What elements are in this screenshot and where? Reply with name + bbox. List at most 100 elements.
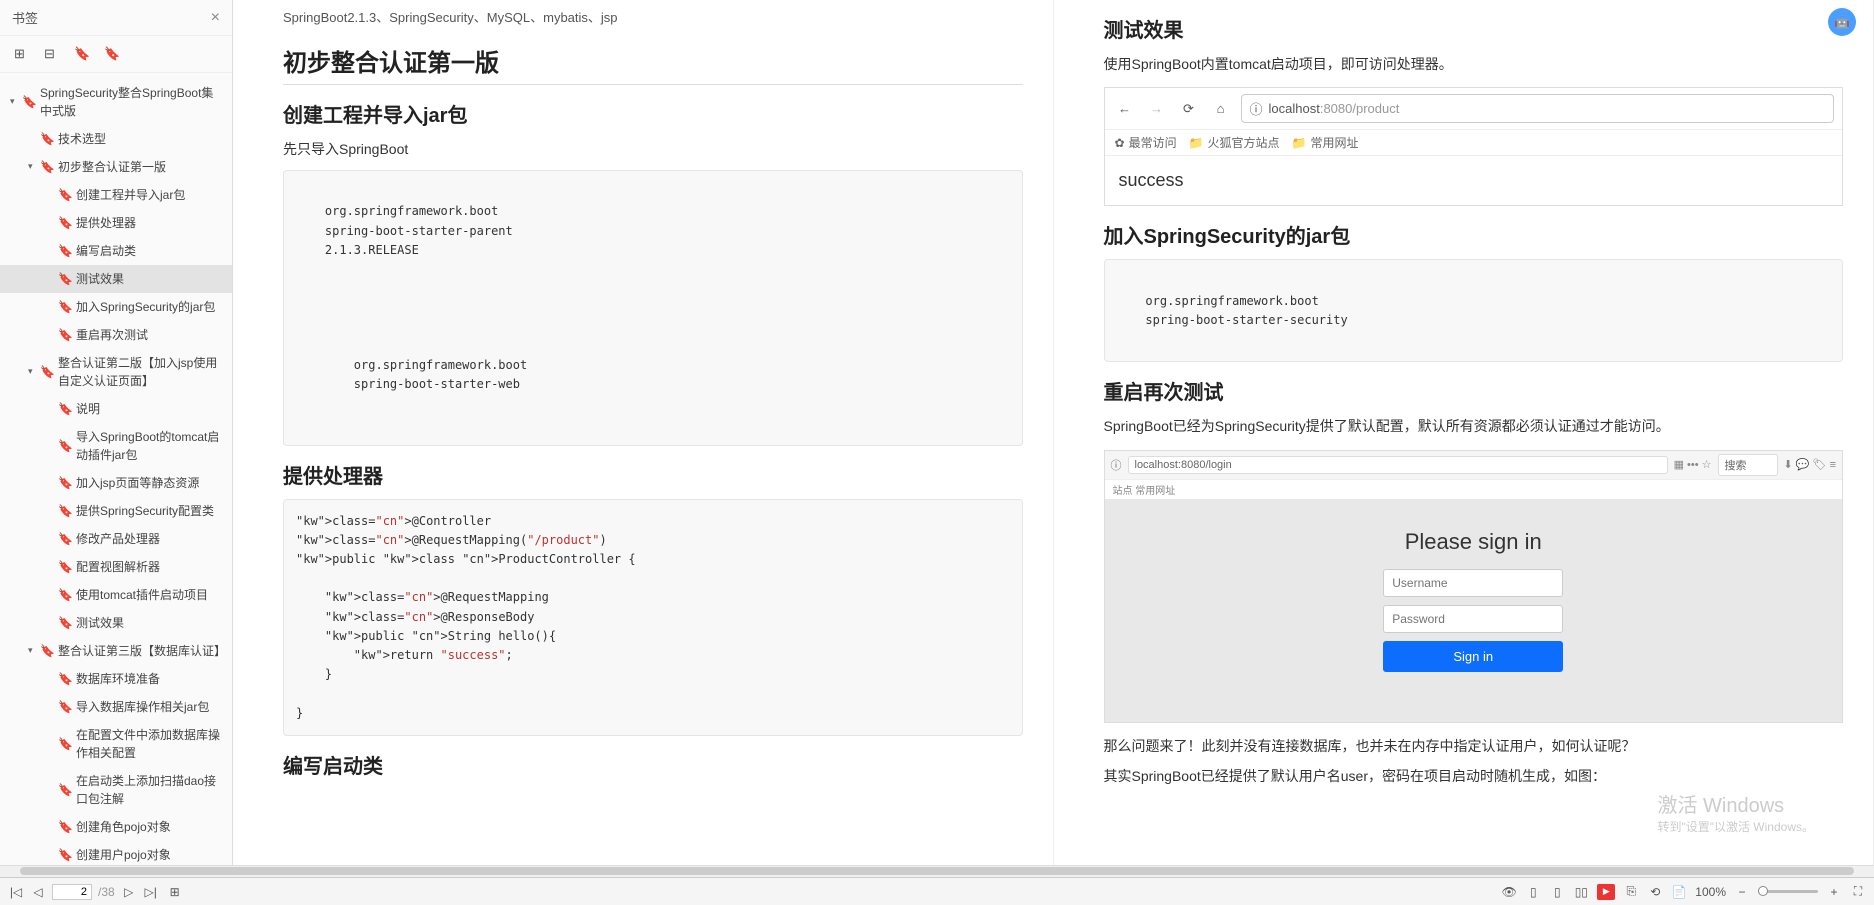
tree-item[interactable]: 🔖使用tomcat插件启动项目 [0,581,232,609]
url-bar: ⓘ localhost:8080/product [1241,94,1835,123]
search-box: 搜索 [1718,454,1778,476]
heading-retest: 重启再次测试 [1104,376,1844,405]
heading-controller: 提供处理器 [283,460,1023,489]
fav-firefox: 📁 火狐官方站点 [1189,134,1280,151]
layout-icon[interactable]: ⊞ [167,884,183,900]
sidebar-header: 书签 × [0,0,232,36]
signin-button: Sign in [1383,641,1563,672]
back-icon: ← [1113,97,1137,121]
login-form: Please sign in Sign in [1105,499,1843,722]
code-block-controller: "kw">class="cn">@Controller "kw">class="… [283,499,1023,736]
sidebar-title: 书签 [12,8,38,27]
last-page-icon[interactable]: ▷| [143,884,159,900]
fav-common: 📁 常用网址 [1292,134,1359,151]
assistant-float-icon[interactable]: 🤖 [1828,8,1856,36]
tree-item[interactable]: 🔖加入SpringSecurity的jar包 [0,293,232,321]
sidebar-toolbar: ⊞ ⊟ 🔖 🔖 [0,36,232,73]
bookmark-icon[interactable]: 🔖 [74,46,90,62]
paragraph: 先只导入SpringBoot [283,138,1023,160]
username-field [1383,569,1563,597]
copy-icon[interactable]: ⎘ [1623,884,1639,900]
zoom-in-icon[interactable]: + [1826,884,1842,900]
info-icon: ⓘ [1250,99,1263,118]
fav-most-visited: ✿ 最常访问 [1115,134,1177,151]
view-single-icon[interactable]: ▯ [1525,884,1541,900]
view-continuous-icon[interactable]: ▯ [1549,884,1565,900]
document-content: 🤖 SpringBoot2.1.3、SpringSecurity、MySQL、m… [233,0,1874,865]
tech-list: SpringBoot2.1.3、SpringSecurity、MySQL、myb… [283,8,1023,29]
tree-item[interactable]: 🔖在启动类上添加扫描dao接口包注解 [0,767,232,813]
view-facing-icon[interactable]: ▯▯ [1573,884,1589,900]
first-page-icon[interactable]: |◁ [8,884,24,900]
zoom-out-icon[interactable]: − [1734,884,1750,900]
tree-item[interactable]: 🔖创建角色pojo对象 [0,813,232,841]
code-block-pom2: org.springframework.boot spring-boot-sta… [1104,259,1844,362]
tree-item[interactable]: 🔖在配置文件中添加数据库操作相关配置 [0,721,232,767]
paragraph: 其实SpringBoot已经提供了默认用户名user，密码在项目启动时随机生成，… [1104,765,1844,787]
expand-icon[interactable]: ⊞ [14,46,30,62]
rotate-icon[interactable]: ⟲ [1647,884,1663,900]
login-title: Please sign in [1405,529,1542,555]
status-bar: |◁ ◁ /38 ▷ ▷| ⊞ 👁 ▯ ▯ ▯▯ ▶ ⎘ ⟲ 📄 100% − … [0,877,1874,905]
page-left: SpringBoot2.1.3、SpringSecurity、MySQL、myb… [233,0,1054,865]
tree-item[interactable]: ▾🔖整合认证第三版【数据库认证】 [0,637,232,665]
heading-create-project: 创建工程并导入jar包 [283,99,1023,128]
page-nav: |◁ ◁ /38 ▷ ▷| [8,884,159,900]
code-block-pom1: org.springframework.boot spring-boot-sta… [283,170,1023,445]
tree-item[interactable]: 🔖编写启动类 [0,237,232,265]
prev-page-icon[interactable]: ◁ [30,884,46,900]
paragraph: SpringBoot已经为SpringSecurity提供了默认配置，默认所有资… [1104,415,1844,437]
tree-item[interactable]: 🔖配置视图解析器 [0,553,232,581]
response-text: success [1119,170,1184,190]
bookmarks-sidebar: 书签 × ⊞ ⊟ 🔖 🔖 ▾🔖SpringSecurity整合SpringBoo… [0,0,233,865]
info-icon: ⓘ [1111,457,1122,473]
horizontal-scrollbar[interactable] [0,865,1874,877]
paragraph: 使用SpringBoot内置tomcat启动项目，即可访问处理器。 [1104,53,1844,75]
home-icon: ⌂ [1209,97,1233,121]
login-favbar: 站点 常用网址 [1105,480,1843,499]
tree-item[interactable]: 🔖创建用户pojo对象 [0,841,232,865]
bookmark-alt-icon[interactable]: 🔖 [104,46,120,62]
fullscreen-icon[interactable]: ⛶ [1850,884,1866,900]
page-icon[interactable]: 📄 [1671,884,1687,900]
tree-item[interactable]: ▾🔖SpringSecurity整合SpringBoot集中式版 [0,79,232,125]
eye-icon[interactable]: 👁 [1501,884,1517,900]
forward-icon: → [1145,97,1169,121]
login-urlbar: ⓘ localhost:8080/login ▦ ••• ☆ 搜索 ⬇ 💬 🏷 … [1105,451,1843,480]
page-right: 测试效果 使用SpringBoot内置tomcat启动项目，即可访问处理器。 ←… [1054,0,1874,865]
tree-item[interactable]: 🔖修改产品处理器 [0,525,232,553]
page-total: /38 [98,885,115,899]
tree-item[interactable]: 🔖提供处理器 [0,209,232,237]
tree-item[interactable]: 🔖说明 [0,395,232,423]
bookmark-tree[interactable]: ▾🔖SpringSecurity整合SpringBoot集中式版🔖技术选型▾🔖初… [0,73,232,865]
tree-item[interactable]: 🔖数据库环境准备 [0,665,232,693]
browser-screenshot-2: ⓘ localhost:8080/login ▦ ••• ☆ 搜索 ⬇ 💬 🏷 … [1104,450,1844,723]
heading-launcher: 编写启动类 [283,750,1023,779]
browser-navbar: ← → ⟳ ⌂ ⓘ localhost:8080/product [1105,88,1843,130]
tree-item[interactable]: 🔖创建工程并导入jar包 [0,181,232,209]
play-icon[interactable]: ▶ [1597,884,1615,900]
browser-screenshot-1: ← → ⟳ ⌂ ⓘ localhost:8080/product ✿ 最常访问 … [1104,87,1844,206]
heading-add-security: 加入SpringSecurity的jar包 [1104,220,1844,249]
tree-item[interactable]: 🔖测试效果 [0,609,232,637]
browser-favorites: ✿ 最常访问 📁 火狐官方站点 📁 常用网址 [1105,130,1843,156]
heading-test-effect: 测试效果 [1104,14,1844,43]
close-icon[interactable]: × [211,9,220,27]
tree-item[interactable]: 🔖导入数据库操作相关jar包 [0,693,232,721]
tree-item[interactable]: 🔖加入jsp页面等静态资源 [0,469,232,497]
tree-item[interactable]: 🔖重启再次测试 [0,321,232,349]
tree-item[interactable]: 🔖提供SpringSecurity配置类 [0,497,232,525]
zoom-slider[interactable] [1758,890,1818,893]
tree-item[interactable]: ▾🔖整合认证第二版【加入jsp使用自定义认证页面】 [0,349,232,395]
tree-item[interactable]: 🔖测试效果 [0,265,232,293]
page-input[interactable] [52,884,92,900]
tree-item[interactable]: 🔖导入SpringBoot的tomcat启动插件jar包 [0,423,232,469]
collapse-icon[interactable]: ⊟ [44,46,60,62]
tree-item[interactable]: 🔖技术选型 [0,125,232,153]
password-field [1383,605,1563,633]
browser-body: success [1105,156,1843,205]
tree-item[interactable]: ▾🔖初步整合认证第一版 [0,153,232,181]
toolbar-icons: ⬇ 💬 🏷 ≡ [1784,458,1836,471]
zoom-value: 100% [1695,885,1726,899]
next-page-icon[interactable]: ▷ [121,884,137,900]
